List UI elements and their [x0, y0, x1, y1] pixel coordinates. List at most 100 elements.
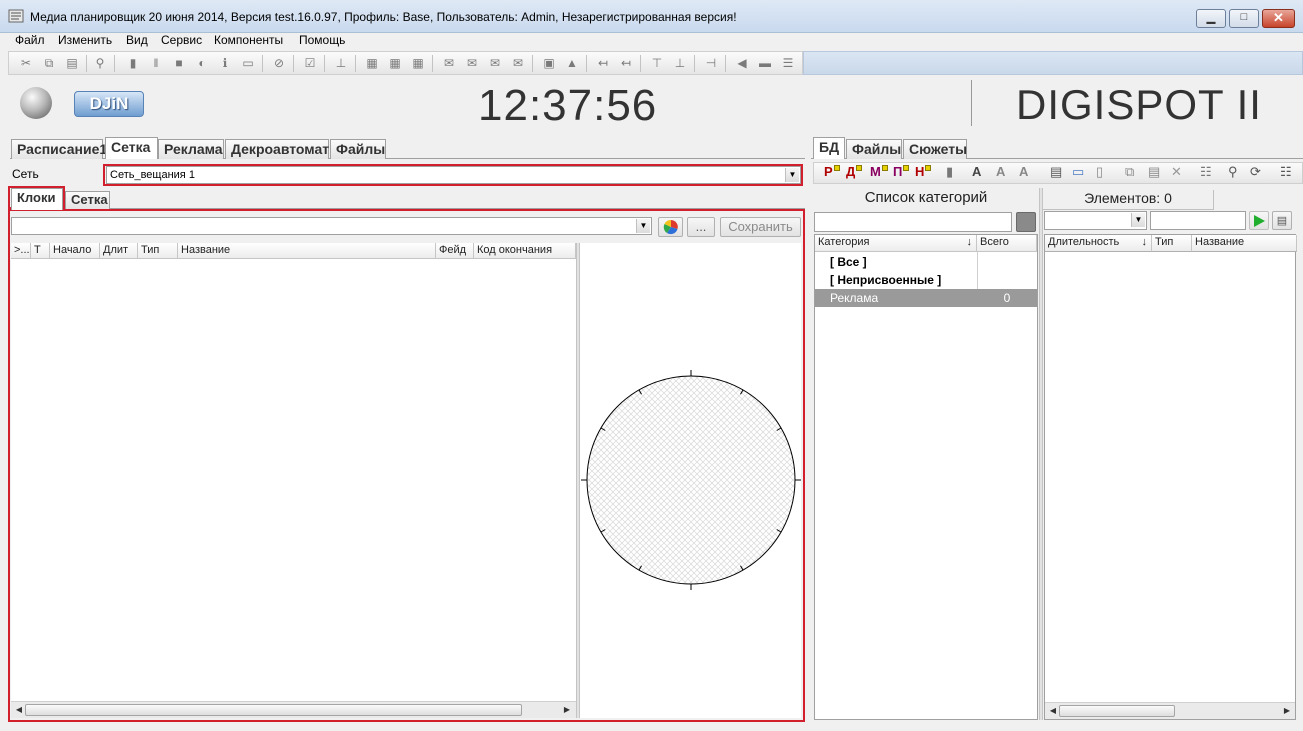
tab-ads[interactable]: Реклама [158, 139, 224, 159]
elements-count: Элементов: 0 [1043, 190, 1214, 210]
paste-icon[interactable]: ▤ [1148, 163, 1160, 181]
folder-icon[interactable]: ▭ [1072, 163, 1084, 181]
column-header-duration[interactable]: Длительность ↓ [1045, 235, 1152, 252]
elements-filter-select[interactable]: ▼ [1044, 211, 1147, 230]
minus-icon[interactable]: ▬ [758, 56, 772, 70]
tab-grid[interactable]: Сетка [105, 137, 158, 159]
filter-d-button[interactable]: Д [846, 163, 863, 181]
tab-decroautomat[interactable]: Декроавтомат [225, 139, 329, 159]
align-end-icon[interactable]: ⊣ [704, 56, 718, 70]
prohibit-icon[interactable]: ⊘ [272, 56, 286, 70]
djin-logo[interactable]: DJiN [74, 91, 144, 117]
mic-icon[interactable]: ◐ [195, 56, 209, 70]
paste-icon[interactable]: ▤ [65, 56, 79, 70]
mail-send-icon[interactable]: ✉ [488, 56, 502, 70]
network-label: Сеть [12, 167, 39, 181]
refresh-icon[interactable]: ⟳ [1250, 163, 1261, 181]
font-a-minus-icon[interactable]: A [1019, 163, 1028, 181]
delete-icon[interactable]: ✕ [1171, 163, 1182, 181]
filter-m-button[interactable]: М [870, 163, 888, 181]
elements-horizontal-scrollbar[interactable]: ◀ ▶ [1045, 702, 1295, 719]
font-a-alt-icon[interactable]: A [996, 163, 1005, 181]
category-row[interactable]: [ Все ] [815, 253, 1037, 271]
clock-panel-highlight [8, 209, 805, 722]
column-header-total[interactable]: Всего [977, 235, 1037, 252]
list-icon[interactable]: ☷ [1200, 163, 1212, 181]
pause-icon[interactable]: ‖ [149, 56, 163, 70]
move-left-alt-icon[interactable]: ↤ [619, 56, 633, 70]
filter-p-button[interactable]: П [893, 163, 910, 181]
mail-stack-icon[interactable]: ✉ [511, 56, 525, 70]
comment-icon[interactable]: ▭ [241, 56, 255, 70]
notes-button[interactable]: ▤ [1272, 211, 1292, 230]
scroll-thumb[interactable] [1059, 705, 1175, 717]
docs-icon[interactable]: ▯ [1096, 163, 1103, 181]
move-left-icon[interactable]: ↤ [596, 56, 610, 70]
status-led-icon [20, 87, 52, 119]
header-divider [971, 80, 972, 126]
lock-icon[interactable]: ▲ [565, 56, 579, 70]
tab-database[interactable]: БД [813, 137, 845, 159]
copy-icon[interactable]: ⧉ [1125, 163, 1134, 181]
envelope-icon[interactable]: ✉ [442, 56, 456, 70]
search-icon[interactable]: ⚲ [1228, 163, 1238, 181]
close-icon: ✕ [1273, 10, 1284, 25]
scroll-left-icon[interactable]: ◀ [1047, 705, 1059, 717]
menu-components[interactable]: Компоненты [214, 33, 283, 48]
grid-view-icon[interactable]: ☷ [1280, 163, 1292, 181]
menu-service[interactable]: Сервис [161, 33, 202, 48]
sort-down-icon: ↓ [1141, 236, 1148, 248]
insert-icon[interactable]: ⊥ [334, 56, 348, 70]
elements-table[interactable]: Длительность ↓ Тип Название ◀ ▶ [1044, 234, 1297, 720]
column-header-elem-type[interactable]: Тип [1152, 235, 1192, 252]
filter-r-button[interactable]: Р [824, 163, 840, 181]
brand-title: DIGISPOT II [1016, 81, 1262, 128]
tab-right-files[interactable]: Файлы [846, 139, 902, 159]
align-top-icon[interactable]: ⊤ [650, 56, 664, 70]
new-document-icon[interactable]: ▤ [1050, 163, 1062, 181]
copy-icon[interactable]: ⧉ [42, 56, 56, 70]
category-row[interactable]: [ Неприсвоенные ] [815, 271, 1037, 289]
category-search-button[interactable] [1016, 212, 1036, 232]
mail-open-icon[interactable]: ✉ [465, 56, 479, 70]
font-a-icon[interactable]: A [972, 163, 981, 181]
cut-icon[interactable]: ✂ [19, 56, 33, 70]
clock-display: 12:37:56 [478, 81, 658, 130]
play-button[interactable] [1249, 211, 1269, 230]
window-title: Медиа планировщик 20 июня 2014, Версия t… [30, 10, 737, 24]
document-icon[interactable]: ▮ [126, 56, 140, 70]
minimize-button[interactable]: ▁ [1196, 9, 1226, 28]
bookmark-icon[interactable]: ▮ [946, 163, 953, 181]
menu-view[interactable]: Вид [126, 33, 148, 48]
stop-icon[interactable]: ■ [172, 56, 186, 70]
categories-table[interactable]: Категория ↓ Всего [ Все ] [ Неприсвоенные … [814, 234, 1038, 720]
menu-help[interactable]: Помощь [299, 33, 345, 48]
speaker-icon[interactable]: ◀ [735, 56, 749, 70]
menu-edit[interactable]: Изменить [58, 33, 112, 48]
block-c-icon[interactable]: ▦ [411, 56, 425, 70]
maximize-button[interactable]: □ [1229, 9, 1259, 28]
scroll-right-icon[interactable]: ▶ [1281, 705, 1293, 717]
list-icon[interactable]: ☰ [781, 56, 795, 70]
tab-files[interactable]: Файлы [330, 139, 386, 159]
subtab-clocks[interactable]: Клоки [11, 188, 63, 210]
find-icon[interactable]: ⚲ [93, 56, 107, 70]
column-header-category[interactable]: Категория ↓ [815, 235, 977, 252]
align-bottom-icon[interactable]: ⊥ [673, 56, 687, 70]
column-header-elem-name[interactable]: Название [1192, 235, 1297, 252]
category-row[interactable]: Реклама 0 [815, 289, 1037, 307]
block-a-icon[interactable]: ▦ [365, 56, 379, 70]
tab-schedule[interactable]: Расписание1 [11, 139, 107, 159]
block-b-icon[interactable]: ▦ [388, 56, 402, 70]
close-button[interactable]: ✕ [1262, 9, 1295, 28]
subtab-grid[interactable]: Сетка [65, 191, 110, 209]
chevron-down-icon[interactable]: ▼ [1131, 213, 1145, 227]
info-icon[interactable]: ℹ [218, 56, 232, 70]
elements-search-input[interactable] [1150, 211, 1246, 230]
menu-file[interactable]: Файл [15, 33, 45, 48]
check-icon[interactable]: ☑ [303, 56, 317, 70]
filter-n-button[interactable]: Н [915, 163, 932, 181]
category-search-input[interactable] [814, 212, 1012, 232]
tab-stories[interactable]: Сюжеты [903, 139, 967, 159]
save-icon[interactable]: ▣ [542, 56, 556, 70]
